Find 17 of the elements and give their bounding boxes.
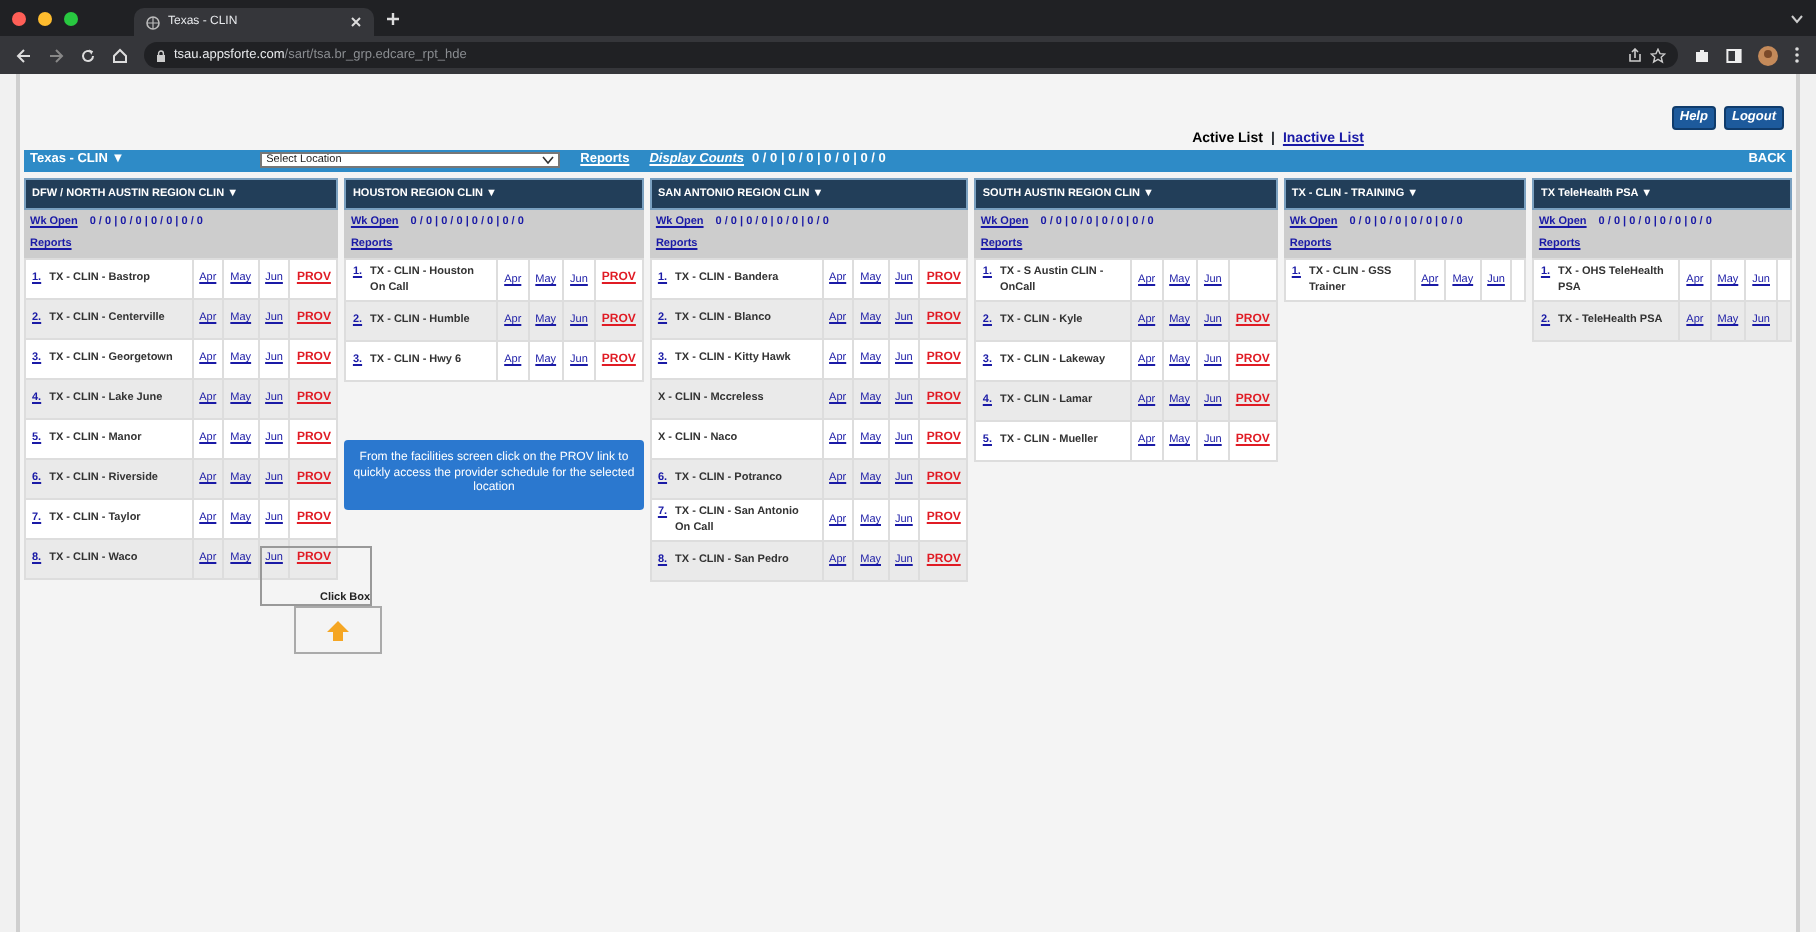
- globe-icon: [146, 15, 160, 29]
- avatar-icon[interactable]: [1758, 45, 1778, 65]
- close-icon[interactable]: [350, 16, 362, 28]
- chevron-down-icon: [542, 156, 555, 165]
- forward-icon[interactable]: [48, 47, 64, 63]
- star-icon[interactable]: [1650, 47, 1666, 63]
- sidebar-icon[interactable]: [1726, 47, 1742, 63]
- reload-icon[interactable]: [80, 47, 96, 63]
- more-icon[interactable]: [1794, 46, 1800, 64]
- back-icon[interactable]: [16, 47, 32, 63]
- highlight-box: [260, 546, 372, 606]
- home-icon[interactable]: [112, 47, 128, 63]
- lock-icon: [156, 49, 166, 61]
- new-tab-icon[interactable]: [386, 11, 400, 25]
- share-icon[interactable]: [1628, 48, 1642, 62]
- chevron-down-icon[interactable]: [1790, 13, 1804, 23]
- up-arrow-icon: [326, 619, 350, 641]
